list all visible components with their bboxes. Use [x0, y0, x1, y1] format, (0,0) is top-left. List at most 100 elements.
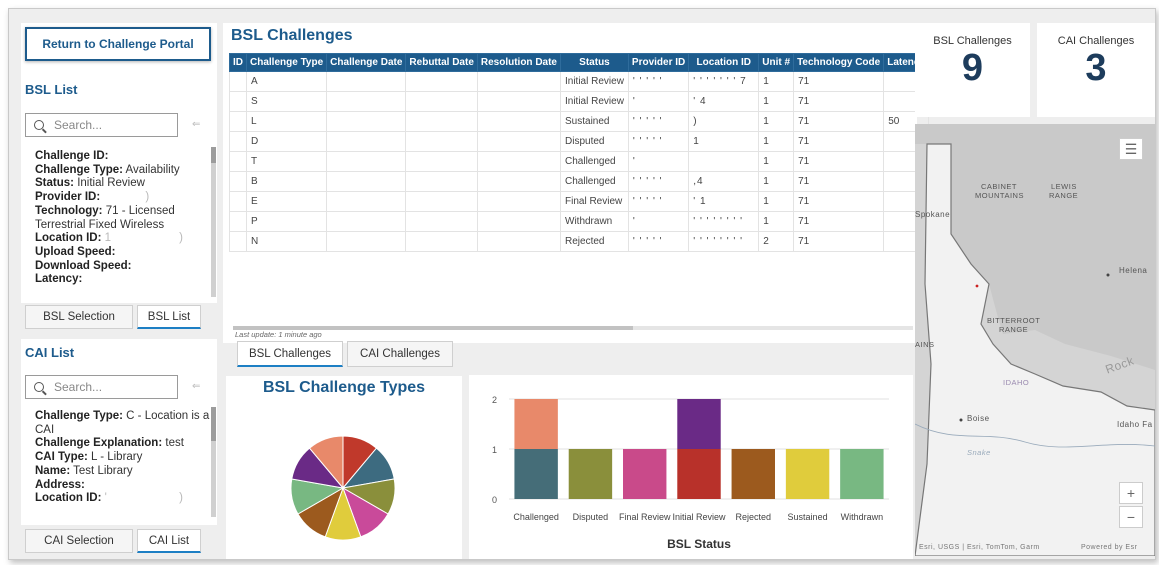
column-header[interactable]: Resolution Date [476, 53, 562, 72]
map-label-helena: Helena [1119, 266, 1148, 275]
table-cell [405, 191, 478, 212]
table-cell: 1 [758, 91, 795, 112]
page-title: BSL Challenges [231, 27, 353, 44]
bsl-list-scrollbar[interactable] [211, 147, 216, 297]
table-row[interactable]: N Rejected ' ' ' ' ' ' ' ' ' ' ' ' ' 2 71 [229, 231, 930, 252]
bar-5-0[interactable] [785, 449, 830, 499]
table-cell: ' 4 [688, 91, 760, 112]
table-cell [326, 91, 407, 112]
table-row[interactable]: S Initial Review ' ' 4 1 71 [229, 91, 930, 112]
column-header[interactable]: Technology Code [793, 53, 885, 72]
tab-cai-challenges[interactable]: CAI Challenges [347, 341, 453, 367]
column-header[interactable]: Challenge Date [326, 53, 407, 72]
column-header[interactable]: ID [229, 53, 247, 72]
cai-type-label: CAI Type: [35, 451, 88, 464]
table-cell: ' ' ' ' ' [627, 231, 690, 252]
table-cell: Disputed [560, 131, 629, 152]
cai-list-scrollbar[interactable] [211, 407, 216, 517]
table-row[interactable]: D Disputed ' ' ' ' ' 1 1 71 [229, 131, 930, 152]
table-cell: ' ' ' ' ' ' ' ' [688, 231, 760, 252]
table-row[interactable]: P Withdrawn ' ' ' ' ' ' ' ' ' 1 71 [229, 211, 930, 232]
table-cell: ' [627, 91, 690, 112]
bsl-detail-card[interactable]: Challenge ID: Challenge Type: Availabili… [35, 150, 211, 287]
bar-6-0[interactable] [840, 449, 884, 499]
column-header[interactable]: Unit # [758, 53, 795, 72]
table-cell: ' 1 [688, 191, 760, 212]
table-cell [229, 71, 247, 92]
table-row[interactable]: T Challenged ' 1 71 [229, 151, 930, 172]
zoom-out-button[interactable]: − [1119, 506, 1143, 528]
tab-cai-selection[interactable]: CAI Selection [25, 529, 133, 553]
bsl-search-input[interactable]: Search... [25, 113, 178, 137]
table-cell: 71 [793, 231, 885, 252]
bsl-challenges-table[interactable]: ID Challenge Type Challenge Date Rebuttal D… [229, 53, 930, 252]
table-row[interactable]: B Challenged ' ' ' ' ' ,4 1 71 [229, 171, 930, 192]
tab-cai-list[interactable]: CAI List [137, 529, 201, 553]
table-horizontal-scrollbar[interactable] [233, 326, 913, 330]
bar-0-1[interactable] [514, 399, 558, 449]
bar-chart[interactable]: 0 1 2 Challenged Disputed Final Review Initial… [469, 375, 913, 560]
technology-value: 71 - Licensed [105, 204, 175, 217]
table-cell [476, 151, 562, 172]
tab-bsl-selection[interactable]: BSL Selection [25, 305, 133, 329]
table-cell [405, 111, 478, 132]
map-view[interactable]: Spokane CABINET MOUNTAINS LEWIS RANGE He… [915, 124, 1155, 556]
table-cell: ' ' ' ' ' [627, 111, 690, 132]
bar-4-0[interactable] [731, 449, 775, 499]
location-id-value: 1 ) [104, 232, 185, 245]
pie-chart[interactable] [288, 433, 398, 543]
clear-filter-icon[interactable]: ⇐ [192, 381, 206, 392]
table-row[interactable]: A Initial Review ' ' ' ' ' ' ' ' ' ' ' ' 71… [229, 71, 930, 92]
upload-speed-label: Upload Speed: [35, 245, 116, 258]
map-label-ains: AINS [915, 340, 935, 349]
cai-location-id-value: ' ) [104, 492, 184, 505]
cai-challenges-count-card: CAI Challenges 3 [1037, 23, 1155, 117]
bar-3-0[interactable] [677, 449, 721, 499]
return-to-portal-button[interactable]: Return to Challenge Portal [25, 27, 211, 61]
table-cell: 71 [793, 191, 885, 212]
cai-challenge-type-label: Challenge Type: [35, 410, 123, 422]
clear-filter-icon[interactable]: ⇐ [192, 119, 206, 130]
cai-count-value: 3 [1085, 47, 1107, 89]
column-header[interactable]: Provider ID [627, 53, 690, 72]
layer-list-icon[interactable]: ☰ [1119, 138, 1143, 160]
bar-2-0[interactable] [623, 449, 667, 499]
x-tick-label: Disputed [573, 512, 609, 522]
cai-search-input[interactable]: Search... [25, 375, 178, 399]
x-tick-label: Challenged [513, 512, 559, 522]
bsl-tabbar: BSL Selection BSL List [25, 305, 205, 329]
table-cell: Rejected [560, 231, 629, 252]
table-cell: P [245, 211, 328, 232]
table-cell [326, 151, 407, 172]
table-cell: 1 [688, 131, 760, 152]
table-row[interactable]: E Final Review ' ' ' ' ' ' 1 1 71 [229, 191, 930, 212]
column-header[interactable]: Status [560, 53, 629, 72]
bar-0-0[interactable] [514, 449, 558, 499]
challenge-explanation-value: test [165, 437, 184, 450]
table-cell [326, 111, 407, 132]
table-cell: Final Review [560, 191, 629, 212]
table-cell: 1 [758, 211, 795, 232]
table-cell: ,4 [688, 171, 760, 192]
column-header[interactable]: Location ID [688, 53, 760, 72]
cai-challenge-type-value-cont: CAI [35, 423, 55, 436]
table-cell [229, 231, 247, 252]
table-cell [405, 71, 478, 92]
cai-detail-card[interactable]: Challenge Type: C - Location is a CAI Ch… [35, 410, 215, 506]
table-row[interactable]: L Sustained ' ' ' ' ') 1 71 50 [229, 111, 930, 132]
tab-bsl-challenges[interactable]: BSL Challenges [237, 341, 343, 367]
column-header[interactable]: Rebuttal Date [405, 53, 478, 72]
zoom-in-button[interactable]: + [1119, 482, 1143, 504]
map-powered-by[interactable]: Powered by Esr [1081, 544, 1137, 551]
y-tick-label: 1 [492, 445, 497, 455]
provider-id-value: ) [103, 191, 151, 204]
bar-1-0[interactable] [568, 449, 613, 499]
map-attribution[interactable]: Esri, USGS | Esri, TomTom, Garm [919, 544, 1040, 551]
table-cell: 1 [758, 111, 795, 132]
bar-3-1[interactable] [677, 399, 721, 449]
column-header[interactable]: Challenge Type [245, 53, 328, 72]
tab-bsl-list[interactable]: BSL List [137, 305, 201, 329]
table-cell [476, 171, 562, 192]
table-cell: Withdrawn [560, 211, 629, 232]
x-axis-label: BSL Status [667, 537, 731, 551]
